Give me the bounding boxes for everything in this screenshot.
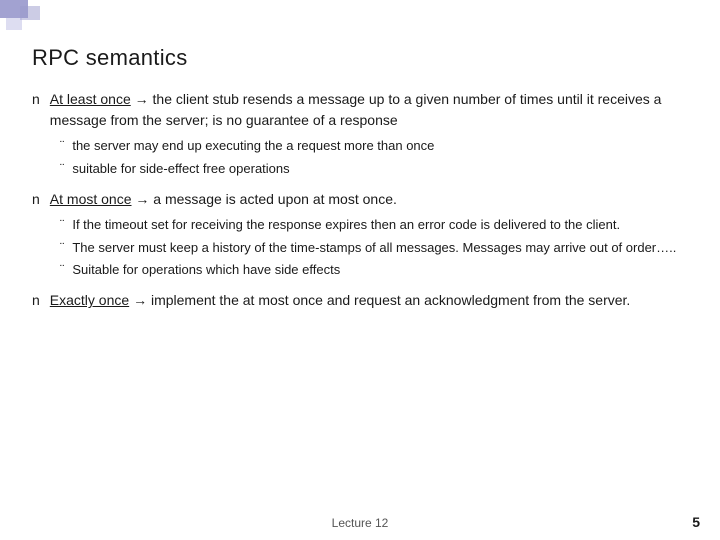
sub-marker-2-3: ¨ <box>60 262 64 277</box>
sub-marker-2-1: ¨ <box>60 217 64 232</box>
at-least-once-label: At least once <box>50 91 131 107</box>
slide-title: RPC semantics <box>32 45 700 71</box>
sub-bullet-2-1: ¨ If the timeout set for receiving the r… <box>60 216 700 235</box>
main-bullet-2: n At most once → a message is acted upon… <box>32 189 700 210</box>
slide-footer: Lecture 12 <box>0 516 720 530</box>
section-exactly-once: n Exactly once → implement the at most o… <box>32 290 700 311</box>
section-at-least-once: n At least once → the client stub resend… <box>32 89 700 179</box>
at-least-once-desc: → the client stub resends a message up t… <box>50 91 662 128</box>
sub-marker-2-2: ¨ <box>60 240 64 255</box>
sub-bullets-1: ¨ the server may end up executing the a … <box>60 137 700 179</box>
sub-text-1-1: the server may end up executing the a re… <box>72 137 434 156</box>
section-at-most-once: n At most once → a message is acted upon… <box>32 189 700 281</box>
sub-bullet-1-1: ¨ the server may end up executing the a … <box>60 137 700 156</box>
sub-marker-1-2: ¨ <box>60 161 64 176</box>
footer-lecture-label: Lecture 12 <box>332 516 389 530</box>
bullet-text-3: Exactly once → implement the at most onc… <box>50 290 631 311</box>
bullet-dot-1: n <box>32 91 40 107</box>
main-bullet-1: n At least once → the client stub resend… <box>32 89 700 131</box>
sub-bullets-2: ¨ If the timeout set for receiving the r… <box>60 216 700 281</box>
bullet-text-2: At most once → a message is acted upon a… <box>50 189 397 210</box>
sub-marker-1-1: ¨ <box>60 138 64 153</box>
sub-text-1-2: suitable for side-effect free operations <box>72 160 289 179</box>
bullet-text-1: At least once → the client stub resends … <box>50 89 700 131</box>
exactly-once-desc: → implement the at most once and request… <box>133 292 630 308</box>
sub-bullet-1-2: ¨ suitable for side-effect free operatio… <box>60 160 700 179</box>
main-bullet-3: n Exactly once → implement the at most o… <box>32 290 700 311</box>
bullet-dot-3: n <box>32 292 40 308</box>
sub-text-2-3: Suitable for operations which have side … <box>72 261 340 280</box>
at-most-once-label: At most once <box>50 191 132 207</box>
sub-text-2-1: If the timeout set for receiving the res… <box>72 216 620 235</box>
corner-decoration <box>0 0 60 40</box>
at-most-once-desc: → a message is acted upon at most once. <box>135 191 396 207</box>
sub-bullet-2-2: ¨ The server must keep a history of the … <box>60 239 700 258</box>
bullet-dot-2: n <box>32 191 40 207</box>
slide-content: RPC semantics n At least once → the clie… <box>32 45 700 510</box>
footer-page-number: 5 <box>692 514 700 530</box>
sub-text-2-2: The server must keep a history of the ti… <box>72 239 676 258</box>
exactly-once-label: Exactly once <box>50 292 129 308</box>
sub-bullet-2-3: ¨ Suitable for operations which have sid… <box>60 261 700 280</box>
